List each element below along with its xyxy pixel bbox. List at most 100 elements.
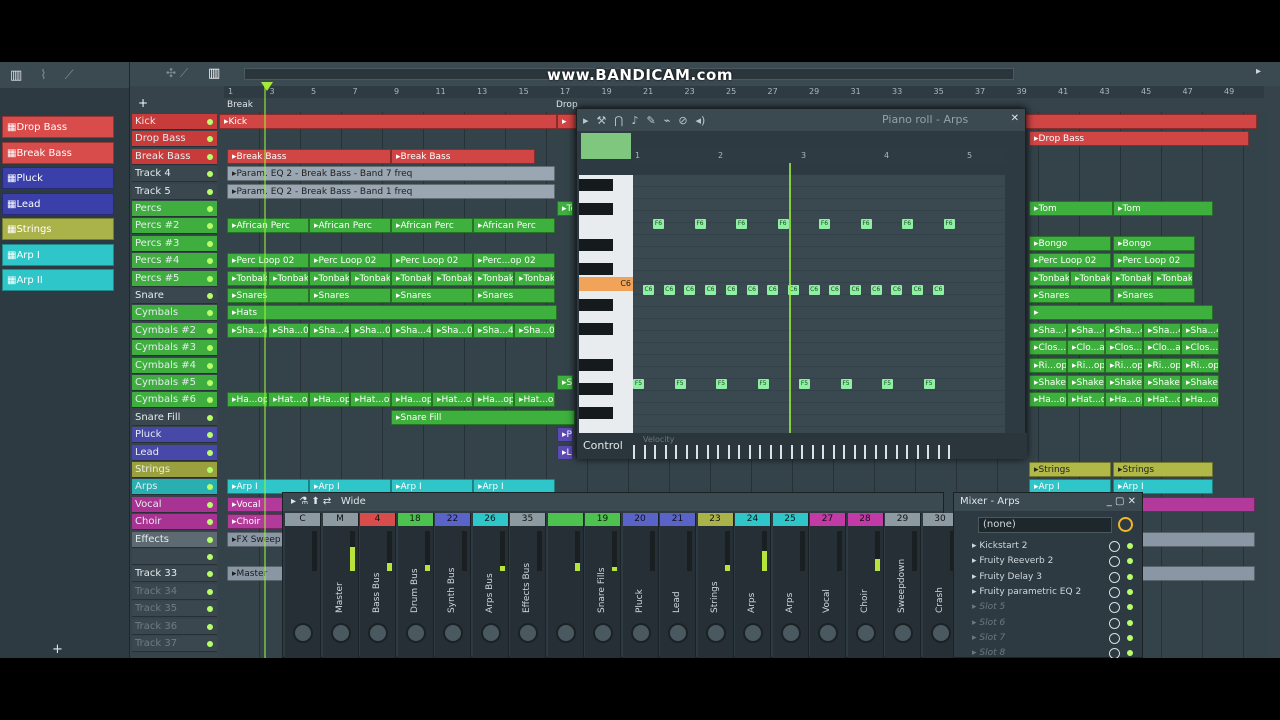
volume-knob[interactable] <box>480 623 501 643</box>
track-active-indicator[interactable] <box>207 327 213 334</box>
playlist-clip[interactable]: ▸Ha...op <box>309 392 350 408</box>
playlist-clip[interactable]: ▸Ri...op <box>1105 357 1143 373</box>
playlist-clip[interactable]: ▸Clos...at <box>1105 340 1143 356</box>
slot-enable[interactable] <box>1127 588 1133 595</box>
note-f5[interactable]: F5 <box>716 379 727 389</box>
playlist-clip[interactable]: ▸Ri...op <box>1029 357 1067 373</box>
playlist-clip[interactable]: ▸Sha...4 <box>227 322 268 338</box>
playlist-clip[interactable]: ▸Perc...op 02 <box>473 253 555 269</box>
track-header[interactable]: Percs #4 <box>132 253 217 270</box>
track-header[interactable]: Track 4 <box>132 166 217 183</box>
add-pattern-button[interactable]: + <box>52 642 63 657</box>
track-active-indicator[interactable] <box>207 641 213 647</box>
note-c6[interactable]: C6 <box>705 285 717 295</box>
track-header[interactable]: Arps <box>132 479 217 496</box>
note-c6[interactable]: C6 <box>643 285 654 295</box>
insert-slot[interactable]: ▸ Fruity Reeverb 2 <box>960 554 1136 569</box>
note-f6[interactable]: F6 <box>736 219 747 229</box>
track-active-indicator[interactable] <box>207 467 213 473</box>
track-header[interactable]: Percs <box>132 201 217 217</box>
track-active-indicator[interactable] <box>207 588 213 595</box>
playlist-clip[interactable]: ▸Strings <box>1113 462 1213 477</box>
playlist-clip[interactable]: ▸Shaker <box>1105 375 1143 390</box>
black-key[interactable] <box>579 407 613 419</box>
pencil-icon[interactable]: ✎ <box>646 114 655 127</box>
playlist-clip[interactable]: ▸Tonbak <box>473 270 514 286</box>
velocity-bar[interactable] <box>664 445 667 459</box>
volume-knob[interactable] <box>630 623 651 643</box>
track-active-indicator[interactable] <box>207 153 213 160</box>
playlist-clip[interactable]: ▸Tonbak <box>432 270 473 286</box>
insert-slot[interactable]: ▸ Slot 5 <box>960 600 1136 615</box>
velocity-bar[interactable] <box>654 445 656 459</box>
playlist-clip[interactable]: ▸Sha...4 <box>309 322 350 338</box>
track-active-indicator[interactable] <box>207 275 213 282</box>
piano-roll-icon[interactable]: ▥ <box>208 66 220 81</box>
track-header[interactable]: Track 5 <box>132 183 217 200</box>
volume-knob[interactable] <box>668 623 688 643</box>
track-active-indicator[interactable] <box>207 171 213 178</box>
note-grid[interactable]: F6 F6 F6 F6 F6 F6 F6 F6 C6 C6 C6 C6 C6 C6 C6 C6 C6 C6 C6 C6… <box>633 175 1005 445</box>
playlist-clip[interactable]: ▸Param. EQ 2 - Break Bass - Band 1 freq <box>227 183 555 199</box>
piano-keyboard[interactable] <box>579 175 633 445</box>
mixer-strip[interactable] <box>547 513 584 658</box>
track-header[interactable]: Cymbals #3 <box>132 340 217 357</box>
volume-knob[interactable] <box>930 623 951 643</box>
playlist-clip[interactable]: ▸Sha...4 <box>1105 322 1143 338</box>
piano-roll-ruler[interactable]: 1 2 3 4 5 <box>633 149 1005 163</box>
note-c6[interactable]: C6 <box>808 285 820 295</box>
playlist-clip[interactable]: ▸Ha...op <box>1105 392 1143 408</box>
mix-knob[interactable] <box>1109 648 1120 658</box>
track-active-indicator[interactable] <box>207 345 213 352</box>
track-header[interactable]: Pluck <box>132 427 217 444</box>
track-header[interactable]: Track 36 <box>132 618 217 635</box>
volume-knob[interactable] <box>293 623 313 643</box>
playlist-clip[interactable]: ▸Tonbak <box>1152 270 1193 286</box>
playlist-clip[interactable]: ▸Shaker <box>1067 375 1105 390</box>
volume-knob[interactable] <box>893 623 913 643</box>
playlist-clip[interactable]: ▸Master <box>227 566 287 582</box>
mix-knob[interactable] <box>1109 556 1120 568</box>
velocity-bar[interactable] <box>675 445 677 459</box>
playlist-clip[interactable]: ▸Tonbak <box>309 270 350 286</box>
black-key[interactable] <box>579 179 613 191</box>
playlist-clip[interactable]: ▸Tom <box>1113 201 1213 216</box>
insert-slot[interactable]: ▸ Kickstart 2 <box>960 539 1136 554</box>
playlist-clip[interactable]: ▸Sha...4 <box>1067 322 1105 338</box>
slot-enable[interactable] <box>1127 543 1133 549</box>
slot-enable[interactable] <box>1127 573 1133 580</box>
playlist-clip[interactable]: ▸Ri...op <box>1067 357 1105 373</box>
note-f6[interactable]: F6 <box>777 219 789 229</box>
volume-knob[interactable] <box>518 623 538 643</box>
playlist-clip[interactable]: ▸Tom <box>1029 201 1113 216</box>
pattern-item[interactable]: ▦Arp I <box>2 243 114 266</box>
playlist-clip[interactable]: ▸Hat...op <box>1067 392 1105 408</box>
pattern-item[interactable]: ▦Lead <box>2 192 114 215</box>
track-header[interactable]: Choir <box>132 514 217 531</box>
velocity-bar[interactable] <box>738 445 740 459</box>
pattern-item[interactable]: ▦Arp II <box>2 269 114 291</box>
volume-knob[interactable] <box>405 623 426 643</box>
track-header[interactable]: Snare <box>132 288 217 304</box>
volume-knob[interactable] <box>368 623 388 643</box>
playlist-clip[interactable]: ▸Tonbak <box>1070 270 1111 286</box>
speaker-icon[interactable]: ◂) <box>696 114 706 127</box>
black-key[interactable] <box>579 263 613 275</box>
playlist-clip[interactable]: ▸Tonbak <box>350 270 391 286</box>
playlist-clip[interactable]: ▸Ri...op <box>1143 357 1181 373</box>
mixer-strip[interactable]: 19 Snare Fills <box>585 513 621 658</box>
note-f6[interactable]: F6 <box>694 219 706 229</box>
mixer-strip[interactable]: 18 Drum Bus <box>397 513 434 658</box>
note-f6[interactable]: F6 <box>943 219 955 229</box>
track-active-indicator[interactable] <box>207 501 213 508</box>
insert-slot[interactable]: ▸ Fruity parametric EQ 2 <box>960 585 1136 600</box>
track-active-indicator[interactable] <box>207 119 213 125</box>
track-header[interactable]: Track 34 <box>132 583 217 600</box>
playlist-clip[interactable]: ▸Drop Bass <box>1029 131 1249 147</box>
note-c6[interactable]: C6 <box>829 285 841 295</box>
note-c6[interactable]: C6 <box>725 285 737 295</box>
mix-knob[interactable] <box>1109 586 1120 598</box>
note-c6[interactable]: C6 <box>767 285 779 295</box>
velocity-bar[interactable] <box>748 445 751 459</box>
track-header[interactable]: Percs #5 <box>132 270 217 287</box>
